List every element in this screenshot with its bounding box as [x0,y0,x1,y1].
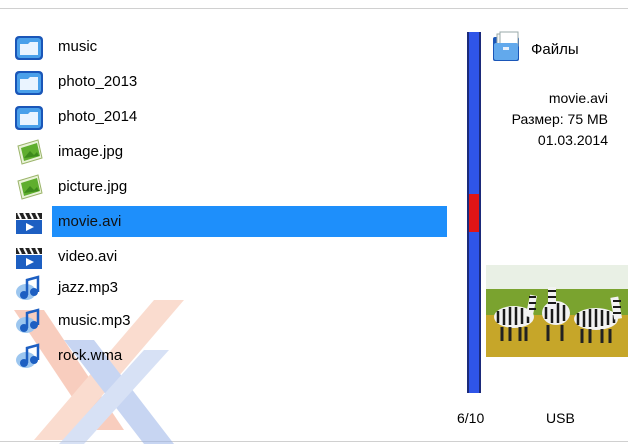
selected-file-date: 01.03.2014 [537,132,608,148]
video-file-icon [14,241,48,272]
file-name: movie.avi [52,206,447,237]
zebra-preview-thumbnail [486,265,628,357]
image-file-icon [14,171,48,202]
file-row-image-jpg[interactable]: image.jpg [14,136,447,167]
file-row-picture-jpg[interactable]: picture.jpg [14,171,447,202]
file-name: rock.wma [58,347,123,364]
scroll-thumb[interactable] [469,194,479,232]
audio-file-icon [14,305,48,336]
file-name: video.avi [58,248,118,265]
file-row-movie-avi[interactable]: movie.avi [14,206,447,237]
file-name: image.jpg [58,143,124,160]
source-label: USB [546,410,575,426]
file-row-photo-2014[interactable]: photo_2014 [14,101,447,132]
file-name: jazz.mp3 [58,279,119,296]
audio-file-icon [14,272,48,303]
file-name: photo_2014 [58,108,138,125]
folder-icon [14,31,48,62]
file-row-photo-2013[interactable]: photo_2013 [14,66,447,97]
file-name: picture.jpg [58,178,128,195]
item-counter: 6/10 [457,410,485,426]
file-row-music[interactable]: music [14,31,447,62]
selected-file-size: Размер: 75 MB [511,111,608,127]
file-row-music-mp3[interactable]: music.mp3 [14,305,447,336]
folder-icon [14,66,48,97]
video-file-icon [14,206,48,237]
file-name: music [58,38,98,55]
panel-title: Файлы [531,40,579,58]
file-row-jazz-mp3[interactable]: jazz.mp3 [14,272,447,303]
file-row-video-avi[interactable]: video.avi [14,241,447,272]
file-name: photo_2013 [58,73,138,90]
selected-file-name: movie.avi [548,90,608,106]
file-list-scrollbar[interactable] [467,32,481,393]
file-row-rock-wma[interactable]: rock.wma [14,340,447,371]
panel-header: Файлы [491,31,621,68]
file-browser-window: music photo_2013 photo_2014 image.jpg pi… [0,0,628,444]
folder-icon [14,101,48,132]
audio-file-icon [14,340,48,371]
file-name: music.mp3 [58,312,131,329]
files-folder-icon [491,31,523,68]
file-list: music photo_2013 photo_2014 image.jpg pi… [0,0,450,444]
image-file-icon [14,136,48,167]
